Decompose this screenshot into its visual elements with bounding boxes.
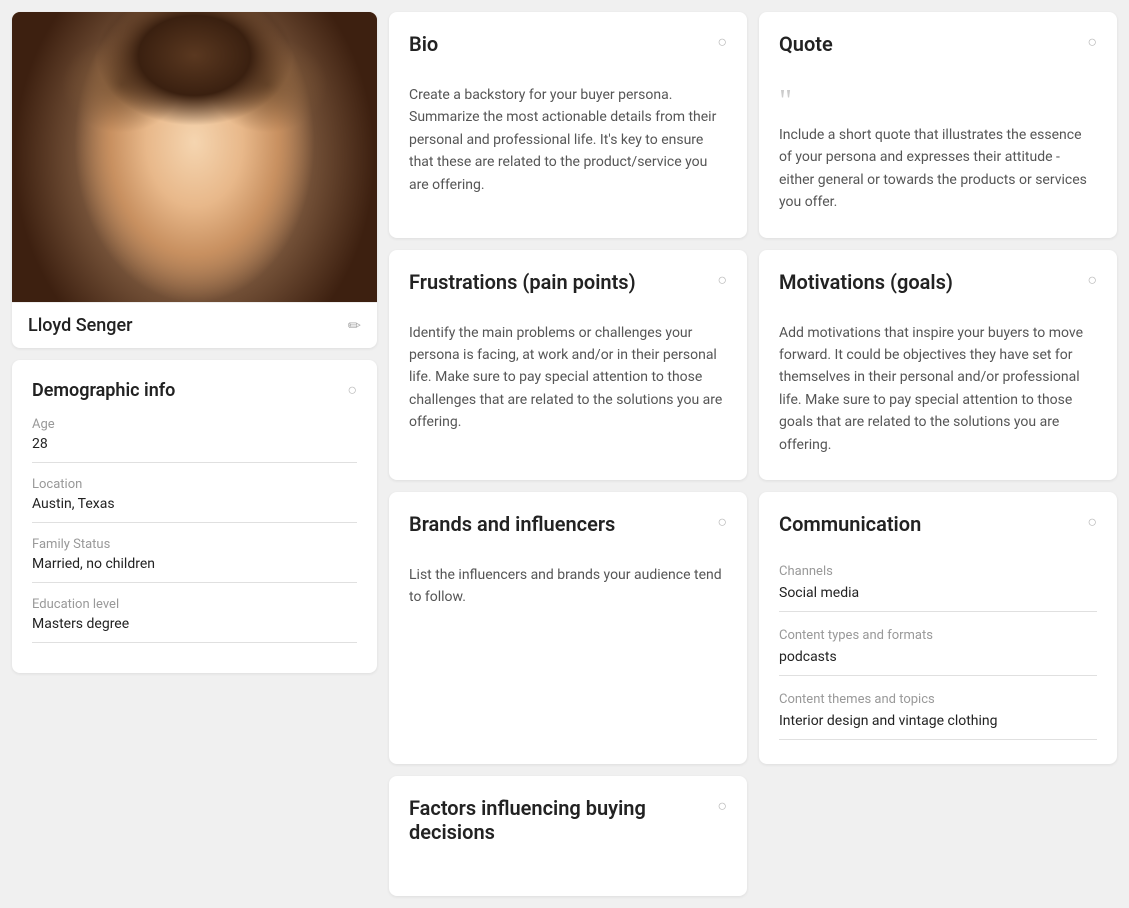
frustrations-card: Frustrations (pain points) ○ Identify th…: [389, 250, 747, 480]
communication-card: Communication ○ Channels Social media Co…: [759, 492, 1117, 764]
communication-title: Communication: [779, 512, 921, 536]
motivations-title: Motivations (goals): [779, 270, 953, 294]
frustrations-body: Identify the main problems or challenges…: [409, 322, 727, 434]
education-value: Masters degree: [32, 616, 357, 643]
edit-icon[interactable]: ✏: [348, 316, 361, 335]
bio-hint-icon[interactable]: ○: [717, 32, 727, 52]
left-panel: Lloyd Senger ✏ Demographic info ○ Age 28…: [12, 12, 377, 896]
content-themes-label: Content themes and topics: [779, 692, 1097, 707]
quote-hint-icon[interactable]: ○: [1087, 32, 1097, 52]
content-types-label: Content types and formats: [779, 628, 1097, 643]
channels-label: Channels: [779, 564, 1097, 579]
motivations-header: Motivations (goals) ○: [779, 270, 1097, 306]
bio-title: Bio: [409, 32, 438, 56]
quote-mark: ": [779, 84, 1097, 116]
demographic-header: Demographic info ○: [32, 380, 357, 401]
quote-body: Include a short quote that illustrates t…: [779, 124, 1097, 214]
factors-title: Factors influencing buying decisions: [409, 796, 717, 844]
motivations-body: Add motivations that inspire your buyers…: [779, 322, 1097, 456]
brands-body: List the influencers and brands your aud…: [409, 564, 727, 609]
brands-header: Brands and influencers ○: [409, 512, 727, 548]
quote-card: Quote ○ " Include a short quote that ill…: [759, 12, 1117, 238]
frustrations-title: Frustrations (pain points): [409, 270, 636, 294]
channels-value: Social media: [779, 585, 1097, 612]
communication-header: Communication ○: [779, 512, 1097, 548]
factors-hint-icon[interactable]: ○: [717, 796, 727, 816]
brands-title: Brands and influencers: [409, 512, 615, 536]
motivations-card: Motivations (goals) ○ Add motivations th…: [759, 250, 1117, 480]
brands-hint-icon[interactable]: ○: [717, 512, 727, 532]
age-field: Age 28: [32, 417, 357, 463]
right-area: Bio ○ Create a backstory for your buyer …: [389, 12, 1117, 896]
content-themes-value: Interior design and vintage clothing: [779, 713, 1097, 740]
family-status-label: Family Status: [32, 537, 357, 552]
education-label: Education level: [32, 597, 357, 612]
location-field: Location Austin, Texas: [32, 477, 357, 523]
family-status-field: Family Status Married, no children: [32, 537, 357, 583]
bio-body: Create a backstory for your buyer person…: [409, 84, 727, 196]
motivations-hint-icon[interactable]: ○: [1087, 270, 1097, 290]
communication-hint-icon[interactable]: ○: [1087, 512, 1097, 532]
quote-title: Quote: [779, 32, 833, 56]
factors-card: Factors influencing buying decisions ○: [389, 776, 747, 896]
age-label: Age: [32, 417, 357, 432]
content-types-value: podcasts: [779, 649, 1097, 676]
demographic-card: Demographic info ○ Age 28 Location Austi…: [12, 360, 377, 673]
demographic-hint-icon[interactable]: ○: [347, 380, 357, 400]
factors-header: Factors influencing buying decisions ○: [409, 796, 727, 856]
profile-name: Lloyd Senger: [28, 315, 132, 336]
profile-card: Lloyd Senger ✏: [12, 12, 377, 348]
bio-card: Bio ○ Create a backstory for your buyer …: [389, 12, 747, 238]
brands-card: Brands and influencers ○ List the influe…: [389, 492, 747, 764]
demographic-title: Demographic info: [32, 380, 175, 401]
profile-photo: [12, 12, 377, 302]
frustrations-header: Frustrations (pain points) ○: [409, 270, 727, 306]
location-label: Location: [32, 477, 357, 492]
family-status-value: Married, no children: [32, 556, 357, 583]
education-field: Education level Masters degree: [32, 597, 357, 643]
age-value: 28: [32, 436, 357, 463]
quote-header: Quote ○: [779, 32, 1097, 68]
profile-name-row: Lloyd Senger ✏: [12, 302, 377, 348]
bio-header: Bio ○: [409, 32, 727, 68]
location-value: Austin, Texas: [32, 496, 357, 523]
frustrations-hint-icon[interactable]: ○: [717, 270, 727, 290]
